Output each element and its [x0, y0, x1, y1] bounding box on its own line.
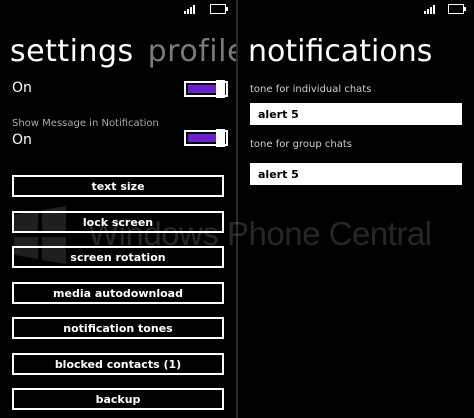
battery-icon [448, 4, 466, 14]
toggle-row-top: On [12, 80, 228, 98]
toggle-switch-show-message[interactable] [184, 129, 228, 147]
pivot-tab-settings[interactable]: settings [10, 34, 134, 69]
toggle-label-show-message: Show Message in Notification [12, 118, 159, 129]
signal-icon [424, 4, 436, 14]
page-title: notifications [248, 34, 433, 69]
lock-screen-button[interactable]: lock screen [12, 211, 224, 233]
blocked-contacts-button[interactable]: blocked contacts (1) [12, 353, 224, 375]
group-tone-field[interactable]: alert 5 [250, 163, 462, 185]
backup-button[interactable]: backup [12, 388, 224, 410]
toggle-switch-top[interactable] [184, 80, 228, 98]
signal-icon [184, 4, 196, 14]
notification-tones-button[interactable]: notification tones [12, 317, 224, 339]
media-autodownload-button[interactable]: media autodownload [12, 282, 224, 304]
pivot-tab-profile[interactable]: profile [148, 34, 236, 69]
status-bar [424, 4, 436, 16]
battery-icon [210, 4, 228, 14]
battery-status [448, 4, 466, 16]
status-bar [184, 4, 196, 16]
screen-rotation-button[interactable]: screen rotation [12, 246, 224, 268]
field-label-individual-tone: tone for individual chats [250, 84, 372, 95]
battery-status [210, 4, 228, 16]
settings-screen: settings profile On Show Message in Notif… [0, 0, 236, 418]
individual-tone-field[interactable]: alert 5 [250, 103, 462, 125]
notifications-screen: notifications tone for individual chats … [238, 0, 474, 418]
toggle-row-show-message: Show Message in Notification On [12, 118, 228, 148]
field-label-group-tone: tone for group chats [250, 139, 352, 150]
pivot-header: settings profile [10, 34, 236, 69]
text-size-button[interactable]: text size [12, 175, 224, 197]
